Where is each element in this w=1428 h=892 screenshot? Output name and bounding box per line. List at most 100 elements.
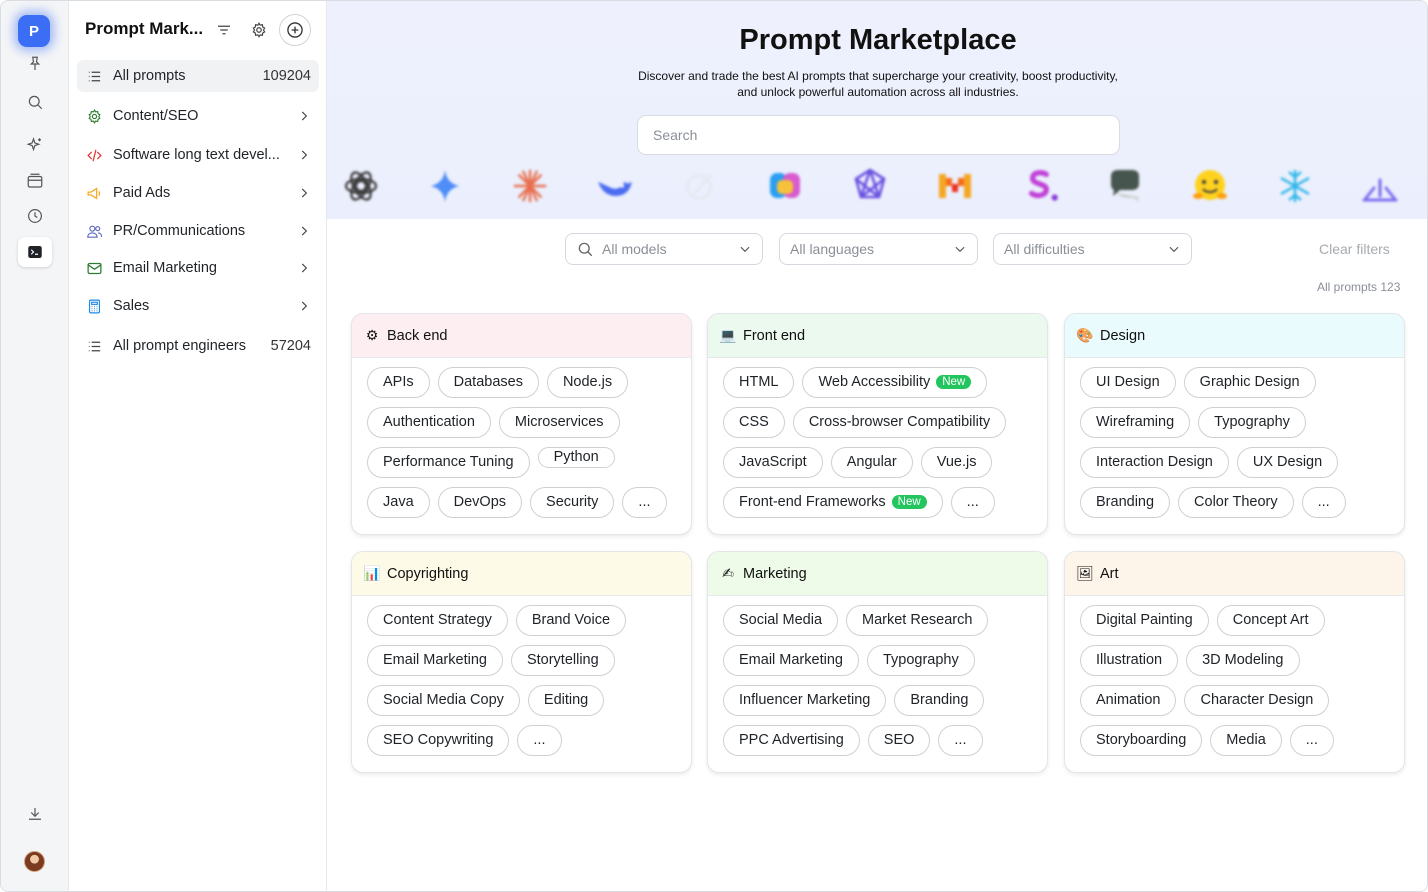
- category-card[interactable]: 🎨 Design UI Design Graphic Design Wireframin…: [1064, 313, 1405, 535]
- more-tags-button[interactable]: ...: [1301, 486, 1346, 518]
- deepseek-logo-icon[interactable]: [594, 165, 636, 207]
- more-tags-button[interactable]: ...: [938, 724, 983, 756]
- category-card-header[interactable]: 💻 Front end: [708, 314, 1047, 358]
- perplexity-logo-icon[interactable]: [849, 165, 891, 207]
- tag-chip[interactable]: UI Design: [1080, 366, 1176, 398]
- sidebar-item-content-seo[interactable]: Content/SEO: [77, 100, 319, 132]
- copilot-logo-icon[interactable]: [764, 165, 806, 207]
- tag-chip[interactable]: Performance Tuning: [367, 446, 530, 478]
- models-filter[interactable]: All models: [565, 233, 763, 265]
- tag-chip[interactable]: Media: [1210, 724, 1282, 756]
- claude-logo-icon[interactable]: [509, 165, 551, 207]
- tag-chip[interactable]: Typography: [1198, 406, 1306, 438]
- category-card[interactable]: 💻 Front end HTML Web Accessibility New CSS Cro…: [707, 313, 1048, 535]
- tag-chip[interactable]: Graphic Design: [1183, 366, 1316, 398]
- tag-chip[interactable]: Web Accessibility New: [802, 366, 988, 398]
- tag-chip[interactable]: 3D Modeling: [1186, 644, 1300, 676]
- tag-chip[interactable]: Email Marketing: [367, 644, 503, 676]
- tag-chip[interactable]: Python: [537, 446, 615, 468]
- category-card-header[interactable]: ⚙ Back end: [352, 314, 691, 358]
- tag-chip[interactable]: Vue.js: [920, 446, 993, 478]
- category-card-header[interactable]: 📊 Copyrighting: [352, 552, 691, 596]
- sidebar-item-software[interactable]: Software long text devel...: [77, 139, 319, 171]
- tag-chip[interactable]: Branding: [894, 684, 985, 716]
- tag-chip[interactable]: Illustration: [1080, 644, 1179, 676]
- category-card-header[interactable]: 🖼 Art: [1065, 552, 1404, 596]
- sidebar-item-paid-ads[interactable]: Paid Ads: [77, 177, 319, 209]
- avatar[interactable]: [24, 851, 45, 872]
- tag-chip[interactable]: CSS: [723, 406, 785, 438]
- category-card-header[interactable]: ✍ Marketing: [708, 552, 1047, 596]
- difficulties-filter[interactable]: All difficulties: [993, 233, 1192, 265]
- category-card[interactable]: 📊 Copyrighting Content Strategy Brand Voice…: [351, 551, 692, 773]
- languages-filter[interactable]: All languages: [779, 233, 978, 265]
- filter-icon[interactable]: [211, 17, 237, 43]
- more-tags-button[interactable]: ...: [1289, 724, 1334, 756]
- tag-chip[interactable]: SEO Copywriting: [367, 724, 510, 756]
- tag-chip[interactable]: Animation: [1080, 684, 1177, 716]
- tag-chip[interactable]: Front-end Frameworks New: [723, 486, 943, 518]
- archive-icon[interactable]: [18, 166, 52, 196]
- grok-logo-icon[interactable]: [679, 165, 721, 207]
- tag-chip[interactable]: Brand Voice: [515, 604, 627, 636]
- category-card[interactable]: 🖼 Art Digital Painting Concept Art Illustrat…: [1064, 551, 1405, 773]
- chat-bubble-logo-icon[interactable]: [1104, 165, 1146, 207]
- sidebar-item-sales[interactable]: Sales: [77, 290, 319, 322]
- tag-chip[interactable]: Social Media Copy: [367, 684, 520, 716]
- tag-chip[interactable]: Microservices: [498, 406, 620, 438]
- meta-burst-logo-icon[interactable]: [1359, 165, 1401, 207]
- tag-chip[interactable]: DevOps: [437, 486, 523, 518]
- tag-chip[interactable]: Typography: [866, 644, 975, 676]
- search-box[interactable]: [637, 115, 1120, 155]
- sidebar-item-email-marketing[interactable]: Email Marketing: [77, 252, 319, 284]
- terminal-icon[interactable]: [18, 237, 52, 267]
- tag-chip[interactable]: Cross-browser Compatibility: [792, 406, 1007, 438]
- tag-chip[interactable]: Security: [530, 486, 615, 518]
- app-logo[interactable]: P: [18, 15, 50, 47]
- tag-chip[interactable]: Interaction Design: [1080, 446, 1229, 478]
- tag-chip[interactable]: Character Design: [1184, 684, 1330, 716]
- settings-icon[interactable]: [246, 17, 272, 43]
- tag-chip[interactable]: Content Strategy: [367, 604, 508, 636]
- clock-icon[interactable]: [18, 201, 52, 231]
- tag-chip[interactable]: UX Design: [1236, 446, 1339, 478]
- s-brand-logo-icon[interactable]: [1019, 165, 1061, 207]
- tag-chip[interactable]: Digital Painting: [1080, 604, 1209, 636]
- category-card-header[interactable]: 🎨 Design: [1065, 314, 1404, 358]
- hugging-face-logo-icon[interactable]: [1189, 165, 1231, 207]
- tag-chip[interactable]: Email Marketing: [723, 644, 859, 676]
- more-tags-button[interactable]: ...: [517, 724, 562, 756]
- sidebar-item-all-prompt-engineers[interactable]: All prompt engineers 57204: [77, 330, 319, 362]
- tag-chip[interactable]: Influencer Marketing: [723, 684, 887, 716]
- download-icon[interactable]: [18, 799, 52, 829]
- search-input[interactable]: [653, 127, 1104, 143]
- tag-chip[interactable]: APIs: [367, 366, 430, 398]
- snowflake-logo-icon[interactable]: [1274, 165, 1316, 207]
- tag-chip[interactable]: Color Theory: [1178, 486, 1294, 518]
- sparkle-icon[interactable]: [18, 130, 52, 160]
- tag-chip[interactable]: Angular: [830, 446, 913, 478]
- tag-chip[interactable]: Editing: [527, 684, 605, 716]
- add-button[interactable]: [279, 14, 311, 46]
- tag-chip[interactable]: Concept Art: [1216, 604, 1325, 636]
- sidebar-item-all-prompts[interactable]: All prompts 109204: [77, 60, 319, 92]
- gemini-logo-icon[interactable]: [424, 165, 466, 207]
- tag-chip[interactable]: HTML: [723, 366, 795, 398]
- clear-filters-button[interactable]: Clear filters: [1319, 241, 1390, 257]
- tag-chip[interactable]: Authentication: [367, 406, 491, 438]
- tag-chip[interactable]: Social Media: [723, 604, 839, 636]
- tag-chip[interactable]: Databases: [437, 366, 539, 398]
- tag-chip[interactable]: Node.js: [546, 366, 629, 398]
- category-card[interactable]: ✍ Marketing Social Media Market Research Ema…: [707, 551, 1048, 773]
- tag-chip[interactable]: Branding: [1080, 486, 1171, 518]
- category-card[interactable]: ⚙ Back end APIs Databases Node.js Authenticat…: [351, 313, 692, 535]
- mistral-logo-icon[interactable]: [934, 165, 976, 207]
- more-tags-button[interactable]: ...: [622, 486, 667, 518]
- search-icon[interactable]: [18, 87, 52, 117]
- tag-chip[interactable]: Market Research: [846, 604, 989, 636]
- tag-chip[interactable]: Storytelling: [510, 644, 615, 676]
- sidebar-item-pr[interactable]: PR/Communications: [77, 215, 319, 247]
- tag-chip[interactable]: Storyboarding: [1080, 724, 1203, 756]
- tag-chip[interactable]: Java: [367, 486, 430, 518]
- tag-chip[interactable]: Wireframing: [1080, 406, 1191, 438]
